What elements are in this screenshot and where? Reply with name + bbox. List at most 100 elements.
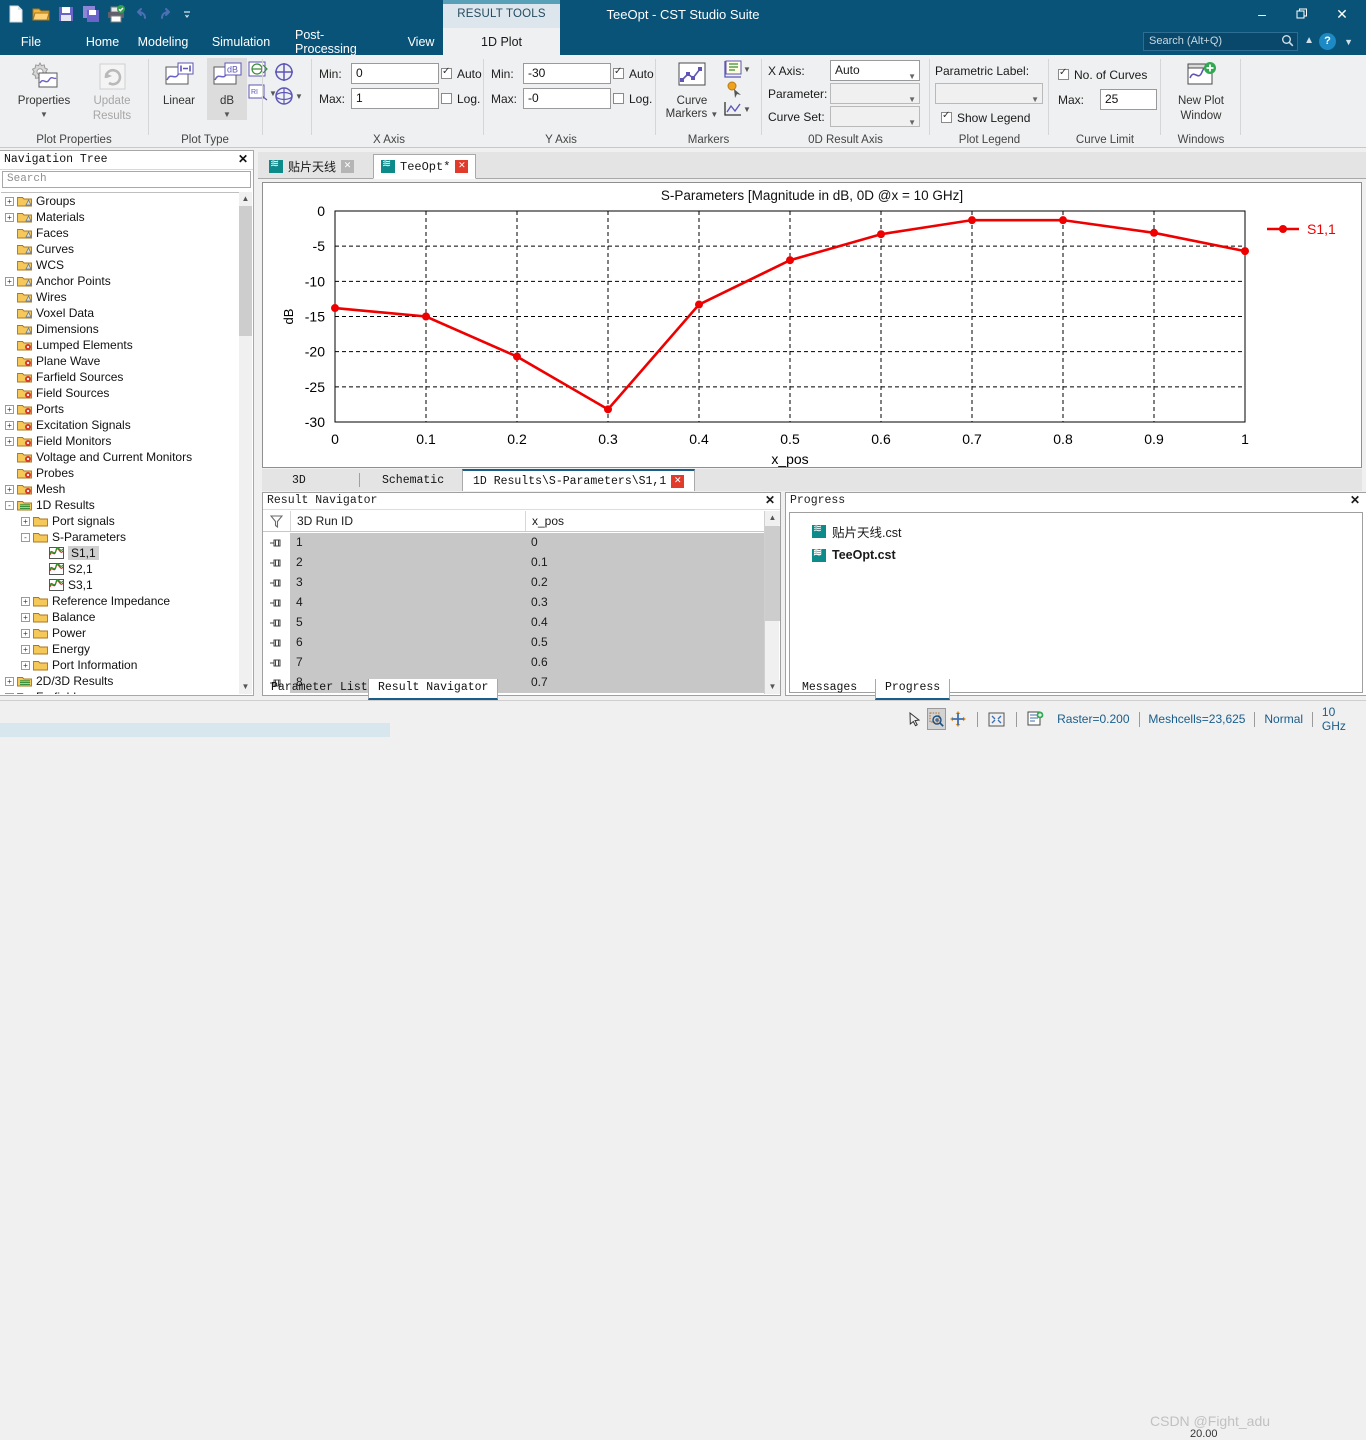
- tree-item-groups[interactable]: + Groups: [1, 193, 239, 209]
- curve-marker-dropdown-icon[interactable]: ▼: [743, 105, 751, 114]
- data-point[interactable]: [1059, 216, 1067, 225]
- tree-item-wires[interactable]: Wires: [1, 289, 239, 305]
- undo-icon[interactable]: [131, 4, 151, 24]
- print-icon[interactable]: [106, 4, 126, 24]
- parametric-label-combo[interactable]: ▼: [935, 83, 1043, 104]
- tree-item-mesh[interactable]: + Mesh: [1, 481, 239, 497]
- scrollbar-thumb[interactable]: [765, 526, 780, 621]
- search-icon[interactable]: [1281, 34, 1294, 50]
- tree-item-s1-1[interactable]: S1,1: [1, 545, 239, 561]
- curve-set-combo[interactable]: ▼: [830, 106, 920, 127]
- restore-button[interactable]: [1282, 0, 1322, 28]
- y-log-checkbox[interactable]: Log.: [613, 88, 652, 109]
- expand-icon[interactable]: +: [5, 420, 14, 430]
- data-point[interactable]: [1241, 247, 1249, 256]
- tab-home[interactable]: Home: [80, 28, 125, 55]
- tree-item-2d-3d-results[interactable]: +2D/3D Results: [1, 673, 239, 689]
- curve-marker-button[interactable]: ▼: [723, 101, 751, 117]
- tree-item-power[interactable]: + Power: [1, 625, 239, 641]
- x-log-checkbox[interactable]: Log.: [441, 88, 480, 109]
- expand-icon[interactable]: +: [5, 212, 14, 222]
- pin-icon[interactable]: [263, 553, 290, 573]
- x-max-input[interactable]: 1: [351, 88, 439, 109]
- new-plot-window-button[interactable]: New Plot Window: [1167, 58, 1235, 123]
- expand-icon[interactable]: +: [21, 612, 30, 622]
- tree-item-port-information[interactable]: + Port Information: [1, 657, 239, 673]
- tree-item-1d-results[interactable]: - 1D Results: [1, 497, 239, 513]
- expand-icon[interactable]: +: [5, 692, 14, 694]
- expand-icon[interactable]: +: [21, 516, 30, 526]
- y-auto-checkbox-box[interactable]: [613, 66, 624, 79]
- result-navigator-scrollbar[interactable]: ▲ ▼: [764, 511, 780, 694]
- properties-dropdown-icon[interactable]: ▼: [40, 110, 48, 119]
- chevron-down-icon[interactable]: ▼: [1344, 37, 1353, 47]
- tree-item-ports[interactable]: + Ports: [1, 401, 239, 417]
- data-point[interactable]: [877, 230, 885, 239]
- bottom-tab-parameter-list[interactable]: Parameter List: [262, 679, 377, 700]
- tree-item-lumped-elements[interactable]: Lumped Elements: [1, 337, 239, 353]
- curve-markers-dropdown-icon[interactable]: ▼: [710, 110, 718, 119]
- view-tab-close[interactable]: ✕: [671, 474, 685, 488]
- 3d-dropdown-icon[interactable]: ▼: [295, 92, 303, 101]
- expand-icon[interactable]: +: [5, 276, 14, 286]
- s-parameter-chart[interactable]: 0 0.1 0.2 0.3 0.4 0.5 0.6 0.7 0.8 0.9 1 0 -5 -10 -15 -2…: [263, 183, 1361, 467]
- open-folder-icon[interactable]: [31, 4, 51, 24]
- tree-item-field-sources[interactable]: Field Sources: [1, 385, 239, 401]
- table-row[interactable]: 4 0.3: [263, 593, 780, 613]
- tree-item-wcs[interactable]: WCS: [1, 257, 239, 273]
- doc-tab-close-0[interactable]: ✕: [341, 160, 355, 173]
- tab-file[interactable]: File: [12, 28, 50, 55]
- fit-icon[interactable]: [987, 708, 1007, 730]
- data-point[interactable]: [786, 256, 794, 265]
- tab-modeling[interactable]: Modeling: [128, 28, 198, 55]
- pin-icon[interactable]: [263, 633, 290, 653]
- x-log-checkbox-box[interactable]: [441, 93, 452, 104]
- doc-tab-1[interactable]: TeeOpt* ✕: [373, 154, 477, 179]
- tree-item-probes[interactable]: Probes: [1, 465, 239, 481]
- context-tab-result-tools[interactable]: RESULT TOOLS: [443, 0, 560, 28]
- curve-max-input[interactable]: 25: [1100, 89, 1157, 110]
- pin-icon[interactable]: [263, 613, 290, 633]
- data-point[interactable]: [513, 352, 521, 361]
- tree-item-farfield-sources[interactable]: Farfield Sources: [1, 369, 239, 385]
- tree-item-energy[interactable]: + Energy: [1, 641, 239, 657]
- funnel-icon[interactable]: [263, 511, 290, 531]
- tree-item-plane-wave[interactable]: Plane Wave: [1, 353, 239, 369]
- save-icon[interactable]: [56, 4, 76, 24]
- bottom-tab-progress[interactable]: Progress: [875, 679, 951, 700]
- expand-icon[interactable]: +: [21, 644, 30, 654]
- update-results-button[interactable]: Update Results: [78, 58, 146, 123]
- data-point[interactable]: [968, 216, 976, 225]
- doc-tab-0[interactable]: 贴片天线 ✕: [262, 154, 361, 179]
- pin-icon[interactable]: [263, 593, 290, 613]
- data-point[interactable]: [1150, 228, 1158, 237]
- x-auto-checkbox[interactable]: Auto: [441, 63, 482, 84]
- zoom-icon[interactable]: [926, 708, 947, 730]
- chevron-down-icon[interactable]: ▼: [1031, 90, 1039, 109]
- tree-item-anchor-points[interactable]: + Anchor Points: [1, 273, 239, 289]
- close-button[interactable]: ✕: [1322, 0, 1362, 28]
- axis-marker-button[interactable]: ▼: [723, 60, 751, 79]
- view-tab-schematic[interactable]: Schematic: [372, 469, 454, 491]
- no-of-curves-checkbox-box[interactable]: [1058, 67, 1069, 80]
- tree-item-s-parameters[interactable]: - S-Parameters: [1, 529, 239, 545]
- axis-marker-dropdown-icon[interactable]: ▼: [743, 65, 751, 74]
- tree-item-field-monitors[interactable]: + Field Monitors: [1, 433, 239, 449]
- bottom-tab-result-navigator[interactable]: Result Navigator: [368, 679, 499, 700]
- tree-item-voltage-and-current-monitors[interactable]: Voltage and Current Monitors: [1, 449, 239, 465]
- no-of-curves-checkbox[interactable]: No. of Curves: [1058, 64, 1147, 85]
- data-point[interactable]: [695, 300, 703, 309]
- collapse-icon[interactable]: -: [5, 500, 14, 510]
- tree-item-port-signals[interactable]: + Port signals: [1, 513, 239, 529]
- show-legend-checkbox-box[interactable]: [941, 110, 952, 123]
- redo-icon[interactable]: [156, 4, 176, 24]
- expand-icon[interactable]: +: [5, 404, 14, 414]
- report-icon[interactable]: [1026, 708, 1046, 730]
- table-row[interactable]: 2 0.1: [263, 553, 780, 573]
- parameter-combo[interactable]: ▼: [830, 83, 920, 104]
- expand-icon[interactable]: +: [5, 676, 14, 686]
- tree-item-farfields[interactable]: + Farfields: [1, 689, 239, 694]
- close-icon[interactable]: ✕: [1350, 493, 1360, 508]
- close-icon[interactable]: ✕: [765, 493, 775, 508]
- table-row[interactable]: 3 0.2: [263, 573, 780, 593]
